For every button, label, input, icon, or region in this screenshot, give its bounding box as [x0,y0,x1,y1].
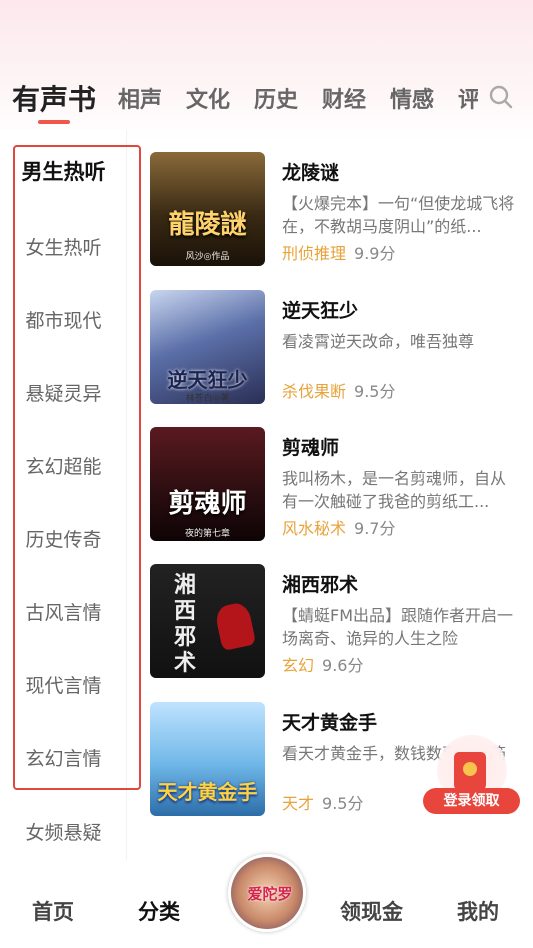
book-title[interactable]: 龙陵谜 [282,158,339,185]
book-description: 【蜻蜓FM出品】跟随作者开启一场离奇、诡异的人生之险 [282,606,514,648]
tab-history[interactable]: 历史 [254,82,298,114]
book-cover[interactable]: 龍陵謎 风沙◎作品 [150,152,265,266]
category-tabs: 有声书 相声 文化 历史 财经 情感 评 [0,78,533,128]
cover-author: 林苍白◎著 [185,394,230,404]
sidebar: 男生热听 女生热听 都市现代 悬疑灵异 玄幻超能 历史传奇 古风言情 现代言情 … [0,130,127,860]
book-tag: 刑侦推理 [282,244,347,263]
book-item[interactable]: 剪魂师 夜的第七章 剪魂师 我叫杨木，是一名剪魂师，自从有一次触碰了我爸的剪纸工… [150,427,520,542]
cover-hand-print [213,600,257,652]
book-score: 9.6分 [322,656,364,675]
book-score: 9.9分 [354,244,396,263]
book-description: 我叫杨木，是一名剪魂师，自从有一次触碰了我爸的剪纸工... [282,469,507,511]
tab-crosstalk[interactable]: 相声 [118,82,162,114]
book-title[interactable]: 天才黄金手 [282,708,377,735]
sidebar-item-male-hot[interactable]: 男生热听 [0,156,127,186]
book-cover[interactable]: 逆天狂少 林苍白◎著 [150,290,265,404]
book-title[interactable]: 逆天狂少 [282,296,358,323]
sidebar-item-fantasy[interactable]: 玄幻超能 [0,452,127,479]
book-title[interactable]: 湘西邪术 [282,570,358,597]
tab-finance[interactable]: 财经 [322,82,366,114]
cover-title: 龍陵謎 [168,210,247,240]
book-item[interactable]: 湘西邪术 湘西邪术 【蜻蜓FM出品】跟随作者开启一场离奇、诡异的人生之险 玄幻 9… [150,564,520,679]
book-tag: 杀伐果断 [282,382,347,401]
nav-mine[interactable]: 我的 [457,896,499,926]
book-tag: 风水秘术 [282,519,347,538]
nav-category[interactable]: 分类 [138,896,180,926]
book-tag: 玄幻 [282,656,315,675]
sidebar-item-modern-romance[interactable]: 现代言情 [0,671,127,698]
tab-culture[interactable]: 文化 [186,82,230,114]
player-cover-text: 爱陀罗 [247,885,293,903]
book-cover[interactable]: 湘西邪术 [150,564,265,678]
nav-earn-cash[interactable]: 领现金 [340,896,403,926]
nav-home[interactable]: 首页 [32,896,74,926]
book-meta: 玄幻 9.6分 [282,652,363,676]
cover-author: 风沙◎作品 [185,252,230,262]
book-cover[interactable]: 天才黄金手 [150,702,265,816]
sidebar-item-urban[interactable]: 都市现代 [0,306,127,333]
book-meta: 风水秘术 9.7分 [282,515,395,539]
book-item[interactable]: 逆天狂少 林苍白◎著 逆天狂少 看凌霄逆天改命，唯吾独尊 杀伐果断 9.5分 [150,290,520,405]
book-description: 【火爆完本】一句“但使龙城飞将在，不教胡马度阴山”的纸... [282,194,515,236]
book-score: 9.7分 [354,519,396,538]
sidebar-item-suspense[interactable]: 悬疑灵异 [0,379,127,406]
coin-icon [463,762,477,776]
cover-author: 夜的第七章 [184,529,230,539]
cover-title: 逆天狂少 [167,368,248,392]
cover-title: 湘西邪术 [173,572,196,676]
book-item[interactable]: 龍陵謎 风沙◎作品 龙陵谜 【火爆完本】一句“但使龙城飞将在，不教胡马度阴山”的… [150,152,520,267]
book-score: 9.5分 [322,794,364,813]
login-reward-button[interactable]: 登录领取 [423,788,520,814]
player-disc[interactable]: 爱陀罗 [228,854,306,932]
book-description: 看凌霄逆天改命，唯吾独尊 [282,332,475,351]
book-meta: 天才 9.5分 [282,790,363,814]
search-icon[interactable] [488,84,514,110]
book-cover[interactable]: 剪魂师 夜的第七章 [150,427,265,541]
sidebar-item-history[interactable]: 历史传奇 [0,525,127,552]
book-score: 9.5分 [354,382,396,401]
sidebar-item-female-hot[interactable]: 女生热听 [0,233,127,260]
bottom-nav: 首页 分类 爱陀罗 领现金 我的 [0,854,533,948]
book-meta: 杀伐果断 9.5分 [282,378,395,402]
tab-review[interactable]: 评 [458,82,478,114]
sidebar-item-female-suspense[interactable]: 女频悬疑 [0,818,127,845]
active-tab-indicator [38,120,70,124]
cover-title: 剪魂师 [168,489,247,519]
book-meta: 刑侦推理 9.9分 [282,240,395,264]
sidebar-item-ancient-romance[interactable]: 古风言情 [0,598,127,625]
tab-audiobook[interactable]: 有声书 [12,78,96,118]
book-title[interactable]: 剪魂师 [282,433,339,460]
tab-emotion[interactable]: 情感 [390,82,434,114]
cover-title: 天才黄金手 [157,780,258,804]
book-tag: 天才 [282,794,315,813]
sidebar-item-fantasy-romance[interactable]: 玄幻言情 [0,744,127,771]
